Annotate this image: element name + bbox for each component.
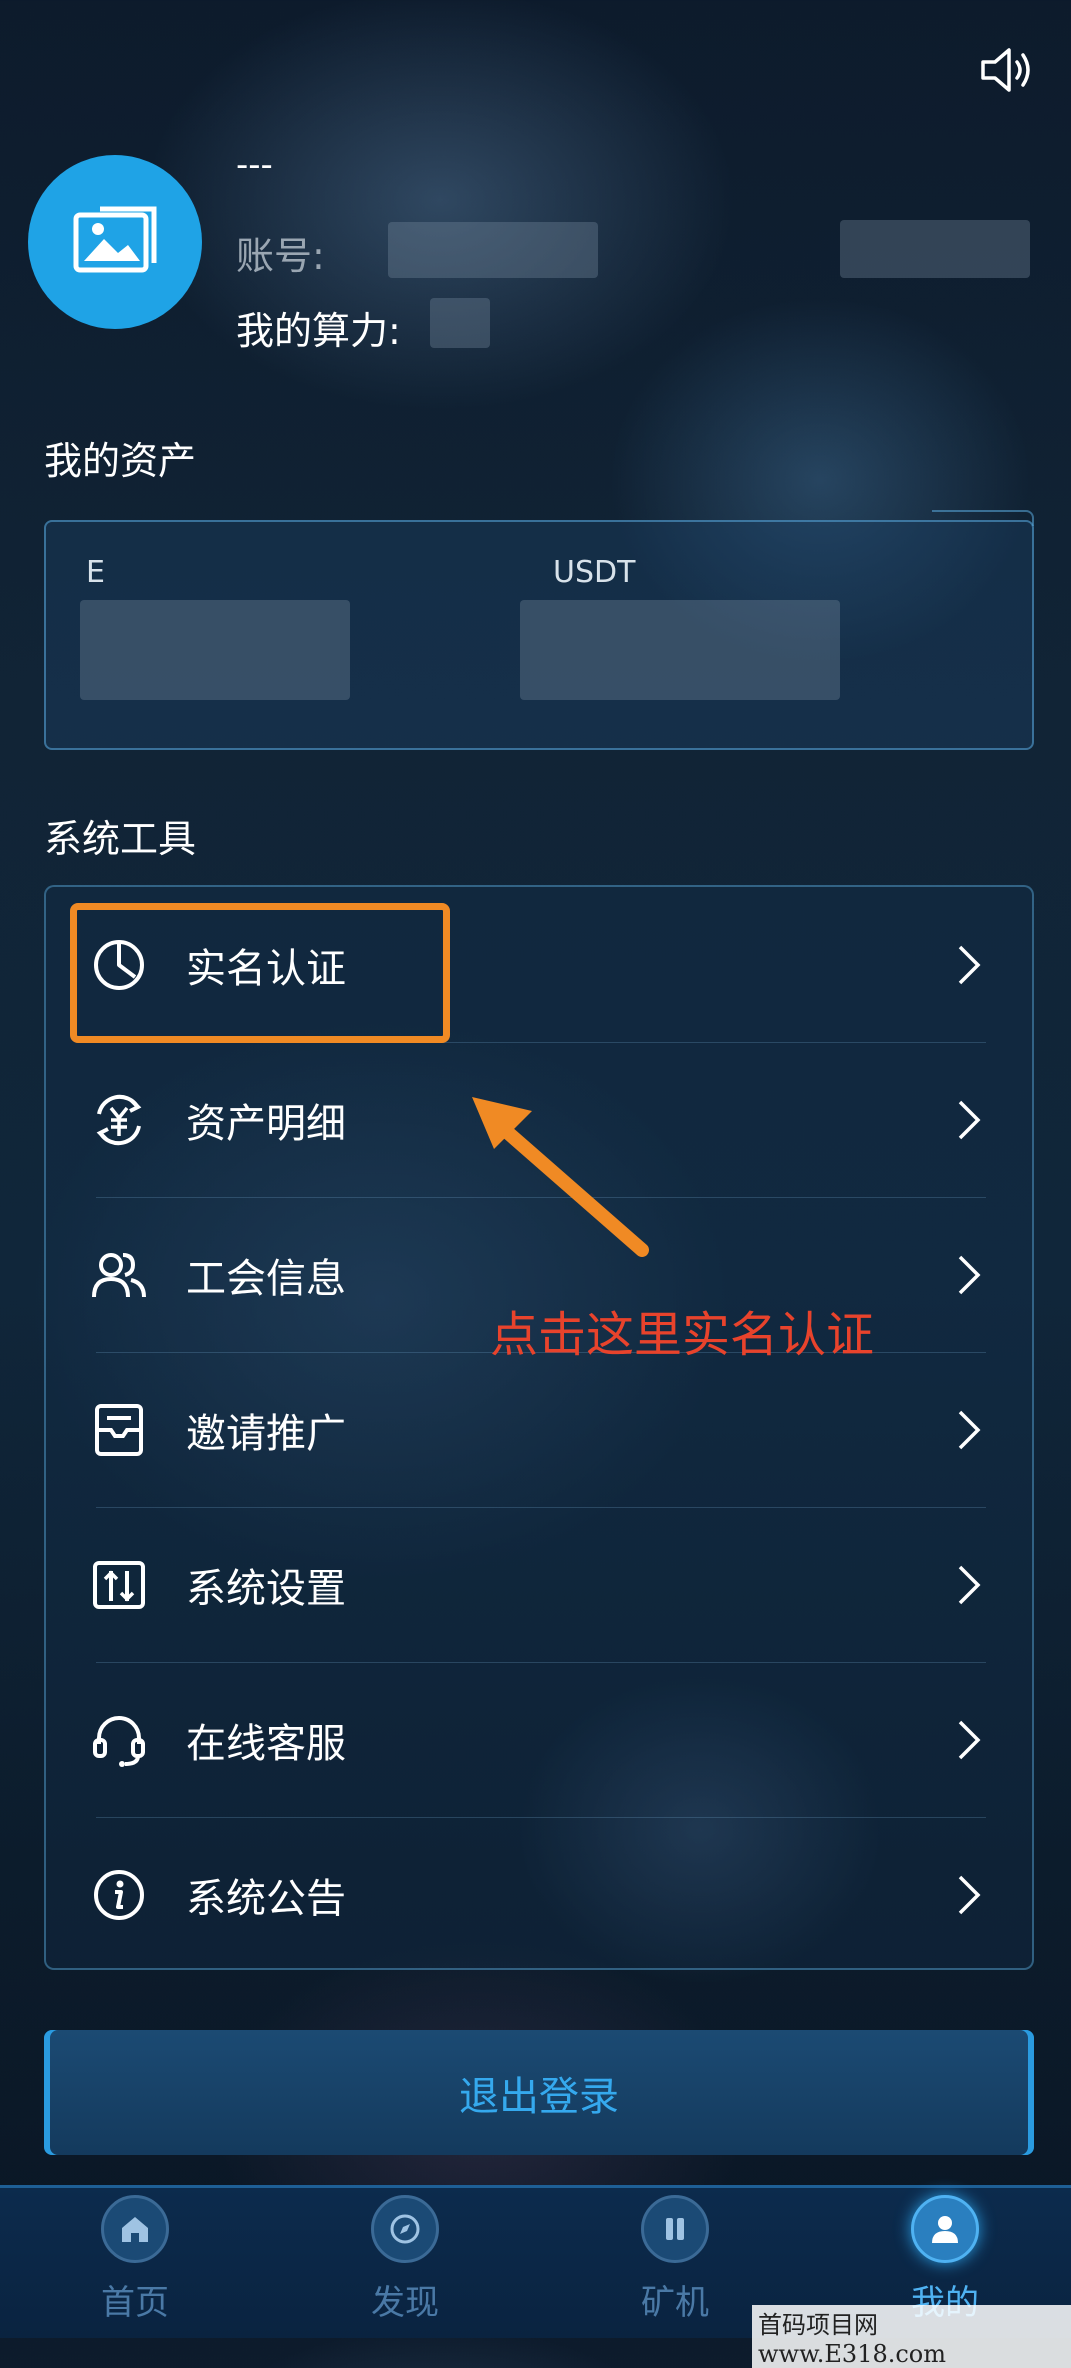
chevron-right-icon	[958, 1100, 981, 1139]
tool-row-invite[interactable]: 邀请推广	[46, 1352, 1032, 1507]
tool-row-label: 系统公告	[186, 1875, 346, 1922]
asset-e-label: E	[86, 555, 105, 590]
asset-e-value-redacted	[80, 600, 350, 700]
watermark: 首码项目网 www.E318.com	[752, 2305, 1071, 2368]
yuan-exchange-icon	[96, 1094, 142, 1145]
sliders-icon	[93, 1560, 145, 1609]
tab-home[interactable]: 首页	[55, 2195, 215, 2330]
chevron-right-icon	[958, 1875, 981, 1914]
asset-usdt-label: USDT	[553, 555, 636, 590]
power-label: 我的算力:	[236, 309, 401, 353]
tool-row-label: 邀请推广	[186, 1410, 346, 1457]
account-value-redacted-2	[840, 220, 1030, 278]
tool-row-label: 资产明细	[186, 1100, 346, 1147]
chevron-right-icon	[958, 1565, 981, 1604]
tool-row-support[interactable]: 在线客服	[46, 1662, 1032, 1817]
mail-tray-icon	[95, 1403, 143, 1456]
tool-row-label: 在线客服	[186, 1720, 346, 1767]
account-label: 账号:	[236, 234, 325, 278]
tools-title: 系统工具	[44, 817, 197, 861]
users-icon	[92, 1252, 146, 1297]
logout-button[interactable]: 退出登录	[44, 2030, 1034, 2155]
user-icon	[911, 2195, 979, 2263]
tool-row-label: 工会信息	[186, 1255, 346, 1302]
tool-row-label: 系统设置	[186, 1565, 346, 1612]
chevron-right-icon	[958, 1720, 981, 1759]
image-placeholder-icon	[73, 206, 157, 272]
annotation-highlight-box	[70, 903, 450, 1043]
headset-icon	[93, 1715, 145, 1767]
home-icon	[101, 2195, 169, 2263]
tool-row-settings[interactable]: 系统设置	[46, 1507, 1032, 1662]
compass-icon	[371, 2195, 439, 2263]
tab-discover[interactable]: 发现	[325, 2195, 485, 2330]
tab-label: 首页	[101, 2283, 169, 2323]
asset-usdt-value-redacted	[520, 600, 840, 700]
tools-card: 实名认证 资产明细 工会信息 邀请推广 系统设置 在线客服 系统公告	[44, 885, 1034, 1970]
info-icon	[94, 1869, 144, 1920]
chevron-right-icon	[958, 945, 981, 984]
avatar[interactable]	[28, 155, 202, 329]
username: ---	[236, 145, 273, 185]
logout-label: 退出登录	[459, 2073, 619, 2120]
annotation-arrow-icon	[472, 1097, 649, 1257]
assets-title: 我的资产	[44, 439, 197, 483]
speaker-icon[interactable]	[975, 40, 1035, 100]
chevron-right-icon	[958, 1255, 981, 1294]
tool-row-announcement[interactable]: 系统公告	[46, 1817, 1032, 1972]
account-value-redacted	[388, 222, 598, 278]
tab-label: 矿机	[641, 2283, 709, 2323]
annotation-text: 点击这里实名认证	[490, 1307, 875, 1363]
power-value-redacted	[430, 298, 490, 348]
miner-icon	[641, 2195, 709, 2263]
tab-label: 发现	[371, 2283, 439, 2323]
tab-miner[interactable]: 矿机	[595, 2195, 755, 2330]
chevron-right-icon	[958, 1410, 981, 1449]
